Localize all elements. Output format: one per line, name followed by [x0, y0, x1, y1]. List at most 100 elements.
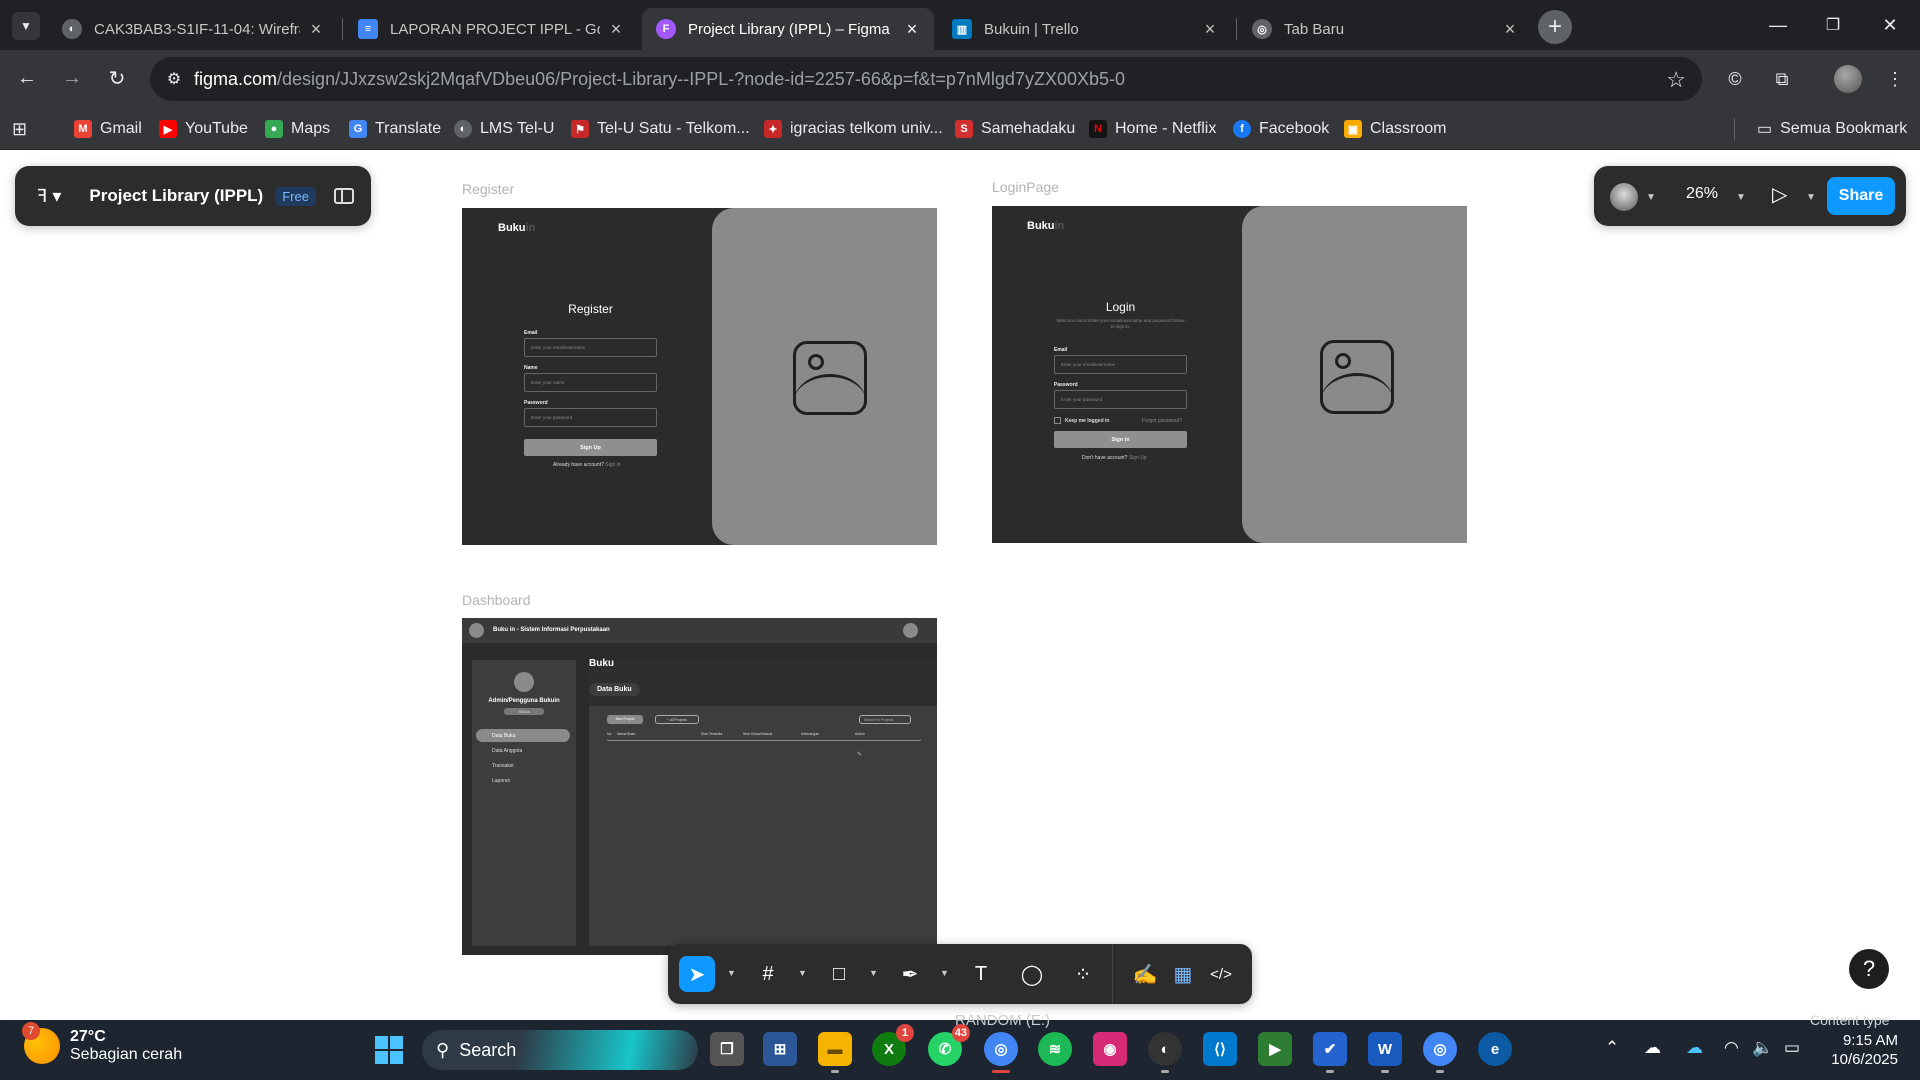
- windows-start-icon[interactable]: [375, 1036, 403, 1064]
- frame-tool-icon[interactable]: #: [750, 956, 786, 992]
- instagram-icon[interactable]: ◉: [1093, 1032, 1127, 1066]
- rectangle-tool-icon[interactable]: □: [821, 956, 857, 992]
- sign-up-button[interactable]: Sign Up: [524, 439, 657, 456]
- frame-label-login[interactable]: LoginPage: [992, 179, 1059, 195]
- bookmark-telu-satu[interactable]: ⚑ Tel-U Satu - Telkom...: [571, 116, 750, 142]
- design-mode-icon[interactable]: ▦: [1165, 956, 1201, 992]
- whatsapp-icon[interactable]: ✆ 43: [928, 1024, 970, 1066]
- chevron-down-icon[interactable]: ▼: [798, 968, 807, 978]
- file-explorer-icon[interactable]: ▬: [818, 1032, 852, 1073]
- tab-wireframe[interactable]: ◐ CAK3BAB3-S1IF-11-04: Wirefram ×: [48, 8, 338, 50]
- name-field[interactable]: Enter your name: [524, 373, 657, 392]
- figma-menu-icon[interactable]: ꟻ ▾: [37, 186, 61, 207]
- back-arrow-icon[interactable]: ←: [12, 63, 42, 93]
- all-projects-filter[interactable]: + All Projects: [655, 715, 699, 724]
- restore-icon[interactable]: ❐: [1813, 10, 1853, 40]
- user-avatar[interactable]: [1610, 183, 1638, 211]
- extensions-icon[interactable]: ⧉: [1767, 64, 1797, 94]
- close-icon[interactable]: ×: [308, 19, 324, 40]
- minimize-icon[interactable]: —: [1758, 10, 1798, 40]
- tray-chevron-up-icon[interactable]: ⌃: [1605, 1038, 1619, 1058]
- xbox-icon[interactable]: X1: [872, 1024, 914, 1066]
- onedrive-sync-icon[interactable]: ☁: [1644, 1038, 1661, 1058]
- frame-dashboard[interactable]: Buku in - Sistem Informasi Perpustakaan …: [462, 618, 937, 955]
- tab-new[interactable]: ◎ Tab Baru ×: [1238, 8, 1532, 50]
- onedrive-icon[interactable]: ☁: [1686, 1038, 1703, 1058]
- password-field[interactable]: Enter your password: [524, 408, 657, 427]
- meet-icon[interactable]: ▶: [1258, 1032, 1292, 1066]
- sign-in-link[interactable]: Sign in: [605, 462, 620, 468]
- bookmark-maps[interactable]: ● Maps: [265, 116, 330, 142]
- todo-icon[interactable]: ✔: [1313, 1032, 1347, 1073]
- close-icon[interactable]: ×: [608, 19, 624, 40]
- github-icon[interactable]: ◐: [1148, 1032, 1182, 1073]
- weather-widget[interactable]: 7 27°C Sebagian cerah: [22, 1022, 182, 1065]
- clock[interactable]: 9:15 AM 10/6/2025: [1820, 1032, 1898, 1070]
- bookmark-star-icon[interactable]: ☆: [1666, 67, 1686, 93]
- email-field[interactable]: Enter your email/username: [524, 338, 657, 357]
- bookmark-youtube[interactable]: ▶ YouTube: [159, 116, 248, 142]
- menu-item-laporan[interactable]: Laporan: [492, 778, 510, 784]
- menu-kebab-icon[interactable]: ⋮: [1880, 64, 1910, 94]
- sidebar-toggle-icon[interactable]: [333, 188, 354, 204]
- task-view-icon[interactable]: ❐: [710, 1032, 744, 1066]
- menu-item-transaksi[interactable]: Transaksi: [492, 763, 514, 769]
- chevron-down-icon[interactable]: ▼: [1736, 192, 1746, 203]
- wifi-icon[interactable]: ◠: [1724, 1038, 1739, 1058]
- tab-trello[interactable]: ▥ Bukuin | Trello ×: [938, 8, 1232, 50]
- all-bookmarks[interactable]: ▭ Semua Bookmark: [1757, 116, 1907, 142]
- profile-avatar[interactable]: [1834, 65, 1862, 93]
- sign-in-button[interactable]: Sign in: [1054, 431, 1187, 448]
- remember-row[interactable]: Keep me logged in: [1054, 417, 1109, 424]
- address-bar[interactable]: ⚙ figma.com/design/JJxzsw2skj2MqafVDbeu0…: [150, 57, 1702, 101]
- present-play-icon[interactable]: ▷: [1772, 182, 1787, 207]
- help-icon[interactable]: ?: [1849, 949, 1889, 989]
- pen-tool-icon[interactable]: ✒: [892, 956, 928, 992]
- bookmark-translate[interactable]: G Translate: [349, 116, 441, 142]
- move-cursor-icon[interactable]: ➤: [679, 956, 715, 992]
- chrome-profile-icon[interactable]: ◎: [1423, 1032, 1457, 1073]
- project-title[interactable]: Project Library (IPPL): [89, 186, 263, 206]
- reload-icon[interactable]: ↻: [102, 63, 132, 93]
- tab-laporan[interactable]: ≡ LAPORAN PROJECT IPPL - Goog ×: [344, 8, 638, 50]
- chevron-down-icon[interactable]: ▼: [940, 968, 949, 978]
- url-text[interactable]: figma.com/design/JJxzsw2skj2MqafVDbeu06/…: [194, 69, 1125, 90]
- email-field[interactable]: Enter your email/username: [1054, 355, 1187, 374]
- zoom-level[interactable]: 26%: [1686, 185, 1718, 203]
- bookmark-igracias[interactable]: ✦ igracias telkom univ...: [764, 116, 943, 142]
- frame-label-dashboard[interactable]: Dashboard: [462, 592, 531, 608]
- bookmark-facebook[interactable]: f Facebook: [1233, 116, 1329, 142]
- tab-data-buku[interactable]: Data Buku: [589, 683, 640, 696]
- menu-item-data-anggota[interactable]: Data Anggota: [492, 748, 522, 754]
- chevron-down-icon[interactable]: ▼: [1806, 192, 1816, 203]
- grammarly-icon[interactable]: ©: [1720, 64, 1750, 94]
- chevron-down-icon[interactable]: ▼: [869, 968, 878, 978]
- close-icon[interactable]: ×: [1202, 19, 1218, 40]
- taskbar-search[interactable]: ⚲ Search: [422, 1030, 698, 1070]
- close-icon[interactable]: ×: [904, 19, 920, 40]
- frame-login[interactable]: Bukuin Login Welcome back! Enter your em…: [992, 206, 1467, 543]
- user-icon[interactable]: [903, 623, 918, 638]
- word-icon[interactable]: W: [1368, 1032, 1402, 1073]
- bookmark-samehadaku[interactable]: S Samehadaku: [955, 116, 1075, 142]
- frame-label-register[interactable]: Register: [462, 181, 514, 197]
- comment-tool-icon[interactable]: ◯: [1014, 956, 1050, 992]
- actions-icon[interactable]: ⁘: [1065, 956, 1101, 992]
- tab-search-menu[interactable]: ▼: [12, 12, 40, 40]
- figma-canvas[interactable]: ꟻ ▾ Project Library (IPPL) Free ▼ 26% ▼ …: [0, 150, 1920, 1020]
- bookmark-lms[interactable]: ◐ LMS Tel-U: [454, 116, 554, 142]
- text-tool-icon[interactable]: T: [963, 956, 999, 992]
- site-info-icon[interactable]: ⚙: [154, 59, 194, 99]
- forgot-password-link[interactable]: Forgot password?: [1142, 418, 1182, 424]
- edit-pencil-icon[interactable]: ✎: [857, 751, 862, 758]
- share-button[interactable]: Share: [1827, 177, 1895, 215]
- edge-icon[interactable]: e: [1478, 1032, 1512, 1066]
- tab-figma[interactable]: F Project Library (IPPL) – Figma ×: [642, 8, 934, 50]
- sign-up-link[interactable]: Sign Up: [1129, 455, 1147, 461]
- new-project-button[interactable]: New Project: [607, 715, 643, 724]
- apps-grid-icon[interactable]: ⊞: [12, 116, 27, 142]
- password-field[interactable]: Enter your password: [1054, 390, 1187, 409]
- search-input[interactable]: Search for Projects: [859, 715, 911, 724]
- store-icon[interactable]: ⊞: [763, 1032, 797, 1066]
- draw-mode-icon[interactable]: ✍: [1127, 956, 1163, 992]
